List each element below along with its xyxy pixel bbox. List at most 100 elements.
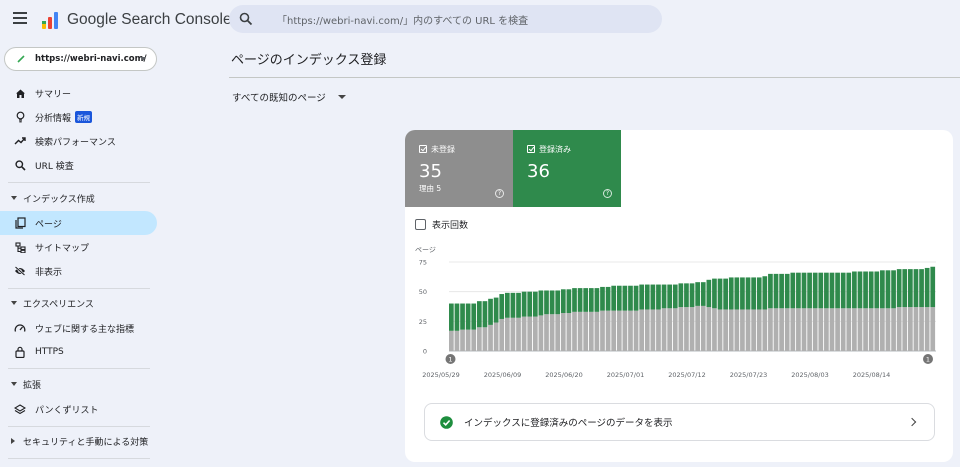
page-title: ページのインデックス登録 xyxy=(231,53,387,68)
bar-indexed xyxy=(784,273,790,309)
sidebar-section-security[interactable]: セキュリティと手動による対策 xyxy=(0,429,157,453)
bar-not-indexed xyxy=(768,308,773,351)
bar-indexed xyxy=(706,279,712,308)
bar-not-indexed xyxy=(784,308,790,351)
help-icon[interactable]: ? xyxy=(495,189,504,198)
property-icon xyxy=(17,55,25,63)
sidebar-item-pages[interactable]: ページ xyxy=(0,211,157,235)
search-input[interactable]: 「https://webri-navi.com/」内のすべての URL を検査 xyxy=(277,12,528,27)
bar-not-indexed xyxy=(852,308,857,351)
sidebar-item-summary[interactable]: サマリー xyxy=(0,81,157,105)
bar-not-indexed xyxy=(493,322,499,351)
bar-indexed xyxy=(661,284,667,309)
bar-indexed xyxy=(745,277,751,310)
sidebar-item-label: HTTPS xyxy=(35,347,64,357)
tile-value: 35 xyxy=(419,161,442,182)
bar-indexed xyxy=(588,288,594,312)
sidebar-item-sitemaps[interactable]: サイトマップ xyxy=(0,235,157,259)
sidebar-item-label: 非表示 xyxy=(35,267,63,278)
not-indexed-tile[interactable]: 未登録 35 理由 5 ? xyxy=(405,130,513,207)
bar-indexed xyxy=(728,277,734,310)
bar-indexed xyxy=(527,291,533,317)
sidebar-item-label-wrap: 分析情報 新規 xyxy=(35,110,93,124)
bar-indexed xyxy=(734,277,740,310)
sidebar-section-index[interactable]: インデックス作成 xyxy=(0,186,157,210)
sidebar-item-breadcrumbs[interactable]: パンくずリスト xyxy=(0,397,157,421)
page-filter-dropdown[interactable]: すべての既知のページ xyxy=(232,90,346,104)
sidebar-divider xyxy=(8,288,150,289)
search-icon xyxy=(239,12,253,26)
bar-not-indexed xyxy=(600,310,605,351)
bar-indexed xyxy=(723,278,728,310)
bar-not-indexed xyxy=(616,310,622,351)
checkbox-checked-icon xyxy=(527,145,535,153)
bar-not-indexed xyxy=(773,308,779,351)
bar-indexed xyxy=(818,272,824,309)
sidebar-item-label: サイトマップ xyxy=(35,243,90,254)
x-tick-label: 2025/07/01 xyxy=(607,371,644,379)
bar-not-indexed xyxy=(460,329,465,351)
bar-indexed xyxy=(672,284,678,309)
app-title: Google Search Console xyxy=(67,11,232,28)
sidebar-section-experience[interactable]: エクスペリエンス xyxy=(0,291,157,315)
bar-indexed xyxy=(751,277,756,310)
sidebar-item-https[interactable]: HTTPS xyxy=(0,340,157,364)
bar-indexed xyxy=(499,294,505,319)
sidebar-item-performance[interactable]: 検索パフォーマンス xyxy=(0,129,157,153)
view-indexed-data-button[interactable]: インデックスに登録済みのページのデータを表示 xyxy=(424,403,935,441)
bar-indexed xyxy=(930,266,936,308)
sidebar-item-url-inspection[interactable]: URL 検査 xyxy=(0,153,157,177)
bar-indexed xyxy=(633,285,639,311)
property-selector[interactable]: https://webri-navi.com/ xyxy=(4,47,157,71)
bar-indexed xyxy=(482,301,488,328)
bar-indexed xyxy=(773,273,779,309)
bar-indexed xyxy=(863,271,868,309)
lightbulb-icon xyxy=(14,111,26,123)
indexed-tile[interactable]: 登録済み 36 ? xyxy=(513,130,621,207)
y-tick-label: 25 xyxy=(419,318,427,326)
help-icon[interactable]: ? xyxy=(603,189,612,198)
tile-reasons: 理由 5 xyxy=(419,184,442,193)
bar-not-indexed xyxy=(560,313,566,351)
sidebar-item-removals[interactable]: 非表示 xyxy=(0,259,157,283)
bar-indexed xyxy=(532,291,538,317)
sidebar-item-insights[interactable]: 分析情報 新規 xyxy=(0,105,157,129)
trending-up-icon xyxy=(14,135,26,147)
bar-not-indexed xyxy=(628,310,633,351)
sidebar-item-label: ページ xyxy=(35,219,62,230)
logo[interactable]: Google Search Console xyxy=(40,9,232,31)
bar-not-indexed xyxy=(577,311,583,351)
bar-not-indexed xyxy=(566,313,572,351)
bar-indexed xyxy=(700,282,706,306)
bar-not-indexed xyxy=(605,310,611,351)
bar-indexed xyxy=(650,284,656,310)
sidebar-section-enhancements[interactable]: 拡張 xyxy=(0,372,157,396)
bar-not-indexed xyxy=(572,311,577,351)
caret-right-icon xyxy=(11,438,15,444)
bar-not-indexed xyxy=(846,308,852,351)
sidebar-item-core-web-vitals[interactable]: ウェブに関する主な指標 xyxy=(0,316,157,340)
index-chart: ページ 0 25 50 75 2025/05/29 2025/06/09 2025/06/20… xyxy=(415,246,936,379)
bar-not-indexed xyxy=(706,307,712,351)
bar-indexed xyxy=(555,290,561,315)
url-inspect-search[interactable]: 「https://webri-navi.com/」内のすべての URL を検査 xyxy=(229,5,662,33)
caret-down-icon xyxy=(11,196,17,200)
bar-not-indexed xyxy=(745,309,751,351)
bar-indexed xyxy=(594,288,600,312)
bar-indexed xyxy=(605,286,611,311)
bar-not-indexed xyxy=(488,324,493,351)
impressions-toggle[interactable]: 表示回数 xyxy=(415,218,468,231)
bar-not-indexed xyxy=(661,308,667,351)
sitemap-icon xyxy=(14,241,26,253)
section-label: セキュリティと手動による対策 xyxy=(23,437,149,448)
bar-not-indexed xyxy=(471,329,477,351)
bar-not-indexed xyxy=(751,309,756,351)
main-menu-button[interactable] xyxy=(13,12,27,24)
bar-indexed xyxy=(913,269,919,308)
bar-indexed xyxy=(896,269,902,308)
bar-indexed xyxy=(756,277,762,310)
bar-not-indexed xyxy=(829,308,835,351)
bar-indexed xyxy=(857,271,863,309)
bar-not-indexed xyxy=(896,307,902,351)
bar-not-indexed xyxy=(667,308,673,351)
